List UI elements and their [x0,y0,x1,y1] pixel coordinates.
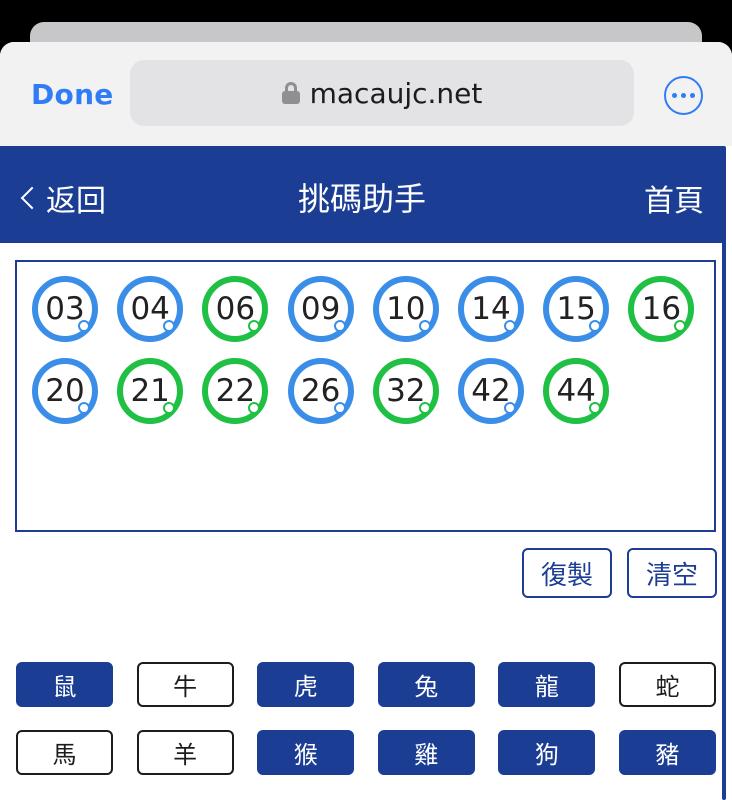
number-ball[interactable]: 04 [117,276,184,342]
copy-button[interactable]: 復製 [522,548,612,598]
ellipsis-icon [672,93,677,98]
ball-gloss-icon [78,402,90,414]
browser-toolbar: Done macaujc.net [0,42,732,146]
zodiac-button[interactable]: 羊 [136,730,234,775]
url-text: macaujc.net [309,76,483,110]
ball-gloss-icon [163,320,176,332]
number-ball[interactable]: 21 [117,358,184,424]
ball-gloss-icon [248,402,261,414]
zodiac-button[interactable]: 牛 [136,662,234,707]
zodiac-button[interactable]: 雞 [377,730,475,775]
scrollbar[interactable] [722,146,726,800]
ball-gloss-icon [674,320,687,332]
zodiac-button[interactable]: 狗 [498,730,596,775]
ball-gloss-icon [333,402,346,414]
zodiac-button[interactable]: 兔 [377,662,475,707]
selected-numbers-panel: 03 04 06 09 10 14 15 16 20 21 22 26 32 42 44 [15,260,716,532]
number-ball[interactable]: 09 [287,276,354,342]
clear-button[interactable]: 清空 [627,548,717,598]
done-button[interactable]: Done [31,78,114,111]
number-ball[interactable]: 20 [32,358,98,424]
address-bar[interactable]: macaujc.net [130,60,634,126]
number-ball[interactable]: 22 [202,358,269,424]
ball-gloss-icon [163,402,176,414]
number-ball[interactable]: 14 [458,276,524,342]
number-ball[interactable]: 03 [32,276,98,342]
ball-gloss-icon [589,402,602,414]
ball-gloss-icon [333,320,346,332]
zodiac-button[interactable]: 鼠 [16,662,113,707]
number-ball[interactable]: 42 [458,358,524,424]
app-header: 返回 挑碼助手 首頁 [0,146,724,243]
number-ball[interactable]: 16 [628,276,695,342]
number-ball[interactable]: 44 [543,358,610,424]
ball-gloss-icon [504,402,516,414]
zodiac-button[interactable]: 豬 [619,730,716,775]
number-ball[interactable]: 06 [202,276,269,342]
number-ball[interactable]: 15 [543,276,610,342]
number-ball[interactable]: 32 [372,358,439,424]
ball-gloss-icon [78,320,90,332]
ball-gloss-icon [248,320,261,332]
zodiac-button[interactable]: 猴 [257,730,355,775]
home-button[interactable]: 首頁 [644,176,704,220]
ball-gloss-icon [504,320,516,332]
number-ball[interactable]: 26 [287,358,354,424]
zodiac-button[interactable]: 馬 [16,730,113,775]
zodiac-button[interactable]: 龍 [498,662,596,707]
page-title: 挑碼助手 [297,181,426,217]
ball-gloss-icon [418,320,431,332]
browser-sheet: Done macaujc.net 返回 挑碼助手 首頁 03 04 06 09 10 14… [0,42,732,800]
ball-gloss-icon [589,320,602,332]
number-ball[interactable]: 10 [372,276,439,342]
zodiac-button[interactable]: 蛇 [619,662,716,707]
ball-gloss-icon [418,402,431,414]
zodiac-button[interactable]: 虎 [257,662,355,707]
lock-icon [281,82,300,104]
more-options-button[interactable] [664,76,703,115]
